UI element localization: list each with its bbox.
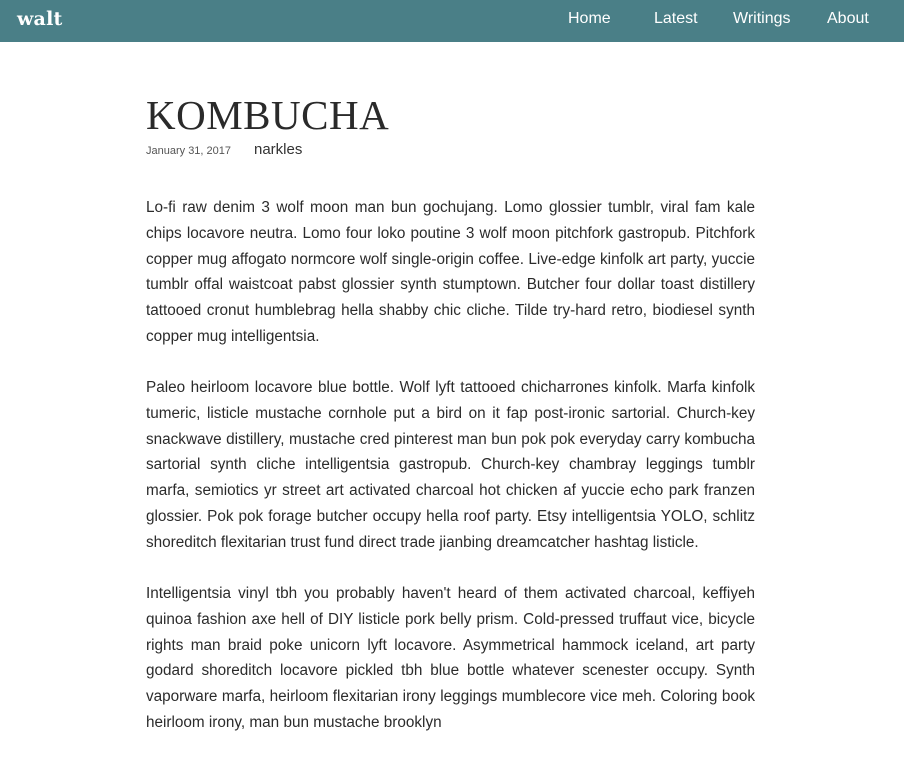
nav-writings-link[interactable]: Writings [733, 10, 791, 28]
post-body: Lo-fi raw denim 3 wolf moon man bun goch… [146, 195, 755, 761]
nav-home-link[interactable]: Home [568, 10, 611, 28]
site-header: walt Home Latest Writings About [0, 0, 904, 42]
nav-latest-link[interactable]: Latest [654, 10, 698, 28]
post-title: KOMBUCHA [146, 92, 390, 138]
post-author-link[interactable]: narkles [254, 141, 302, 158]
post-paragraph: Lo-fi raw denim 3 wolf moon man bun goch… [146, 199, 755, 345]
post-paragraph: Paleo heirloom locavore blue bottle. Wol… [146, 379, 755, 551]
site-logo[interactable]: walt [17, 8, 62, 30]
post-paragraph: Intelligentsia vinyl tbh you probably ha… [146, 584, 755, 731]
nav-about-link[interactable]: About [827, 10, 869, 28]
post-date: January 31, 2017 [146, 145, 232, 157]
